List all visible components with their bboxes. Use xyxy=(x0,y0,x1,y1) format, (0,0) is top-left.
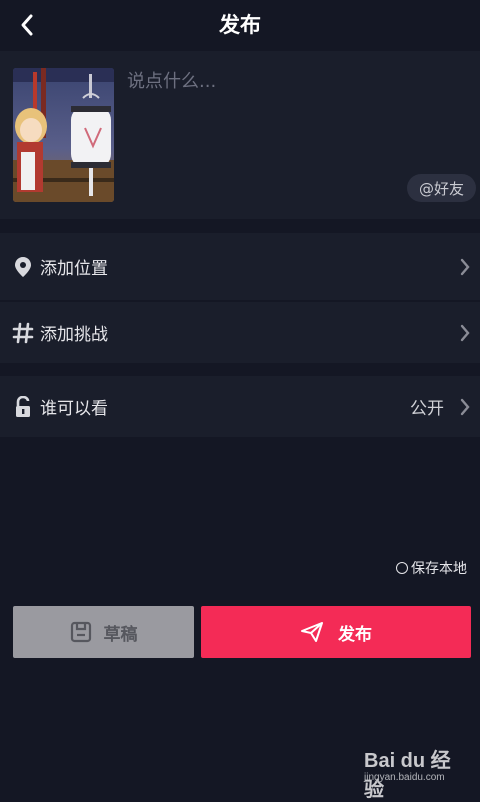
visibility-label: 谁可以看 xyxy=(40,399,108,419)
add-challenge-row[interactable]: 添加挑战 xyxy=(0,302,480,363)
draft-label: 草稿 xyxy=(103,624,138,645)
cover-illustration xyxy=(13,68,114,202)
save-local-radio[interactable] xyxy=(396,562,408,574)
add-challenge-label: 添加挑战 xyxy=(40,325,108,345)
publish-button[interactable]: 发布 xyxy=(201,606,471,658)
compose-panel: @好友 xyxy=(0,51,480,219)
chevron-right-icon xyxy=(457,397,473,417)
page-title: 发布 xyxy=(219,13,261,37)
caption-input[interactable] xyxy=(125,65,469,179)
draft-button[interactable]: 草稿 xyxy=(13,606,194,658)
chevron-right-icon xyxy=(457,257,473,277)
add-location-label: 添加位置 xyxy=(40,259,108,279)
watermark-url: jingyan.baidu.com xyxy=(364,772,445,783)
baidu-jingyan-watermark: Bai du 经验 jingyan.baidu.com xyxy=(364,744,462,801)
mention-friends-button[interactable]: @好友 xyxy=(406,174,476,202)
save-local-label: 保存本地 xyxy=(411,561,467,577)
chevron-right-icon xyxy=(457,323,473,343)
send-icon xyxy=(301,622,323,642)
hashtag-icon xyxy=(12,322,34,344)
visibility-value: 公开 xyxy=(410,399,444,419)
video-cover-thumbnail[interactable] xyxy=(13,68,114,202)
publish-label: 发布 xyxy=(338,624,372,645)
visibility-row[interactable]: 谁可以看 公开 xyxy=(0,376,480,437)
top-bar: 发布 xyxy=(0,0,480,50)
unlock-icon xyxy=(12,395,34,418)
location-pin-icon xyxy=(12,256,34,278)
draft-icon xyxy=(70,621,91,643)
save-local-toggle[interactable]: 保存本地 xyxy=(396,558,467,578)
mention-label: @好友 xyxy=(418,179,464,198)
add-location-row[interactable]: 添加位置 xyxy=(0,233,480,300)
